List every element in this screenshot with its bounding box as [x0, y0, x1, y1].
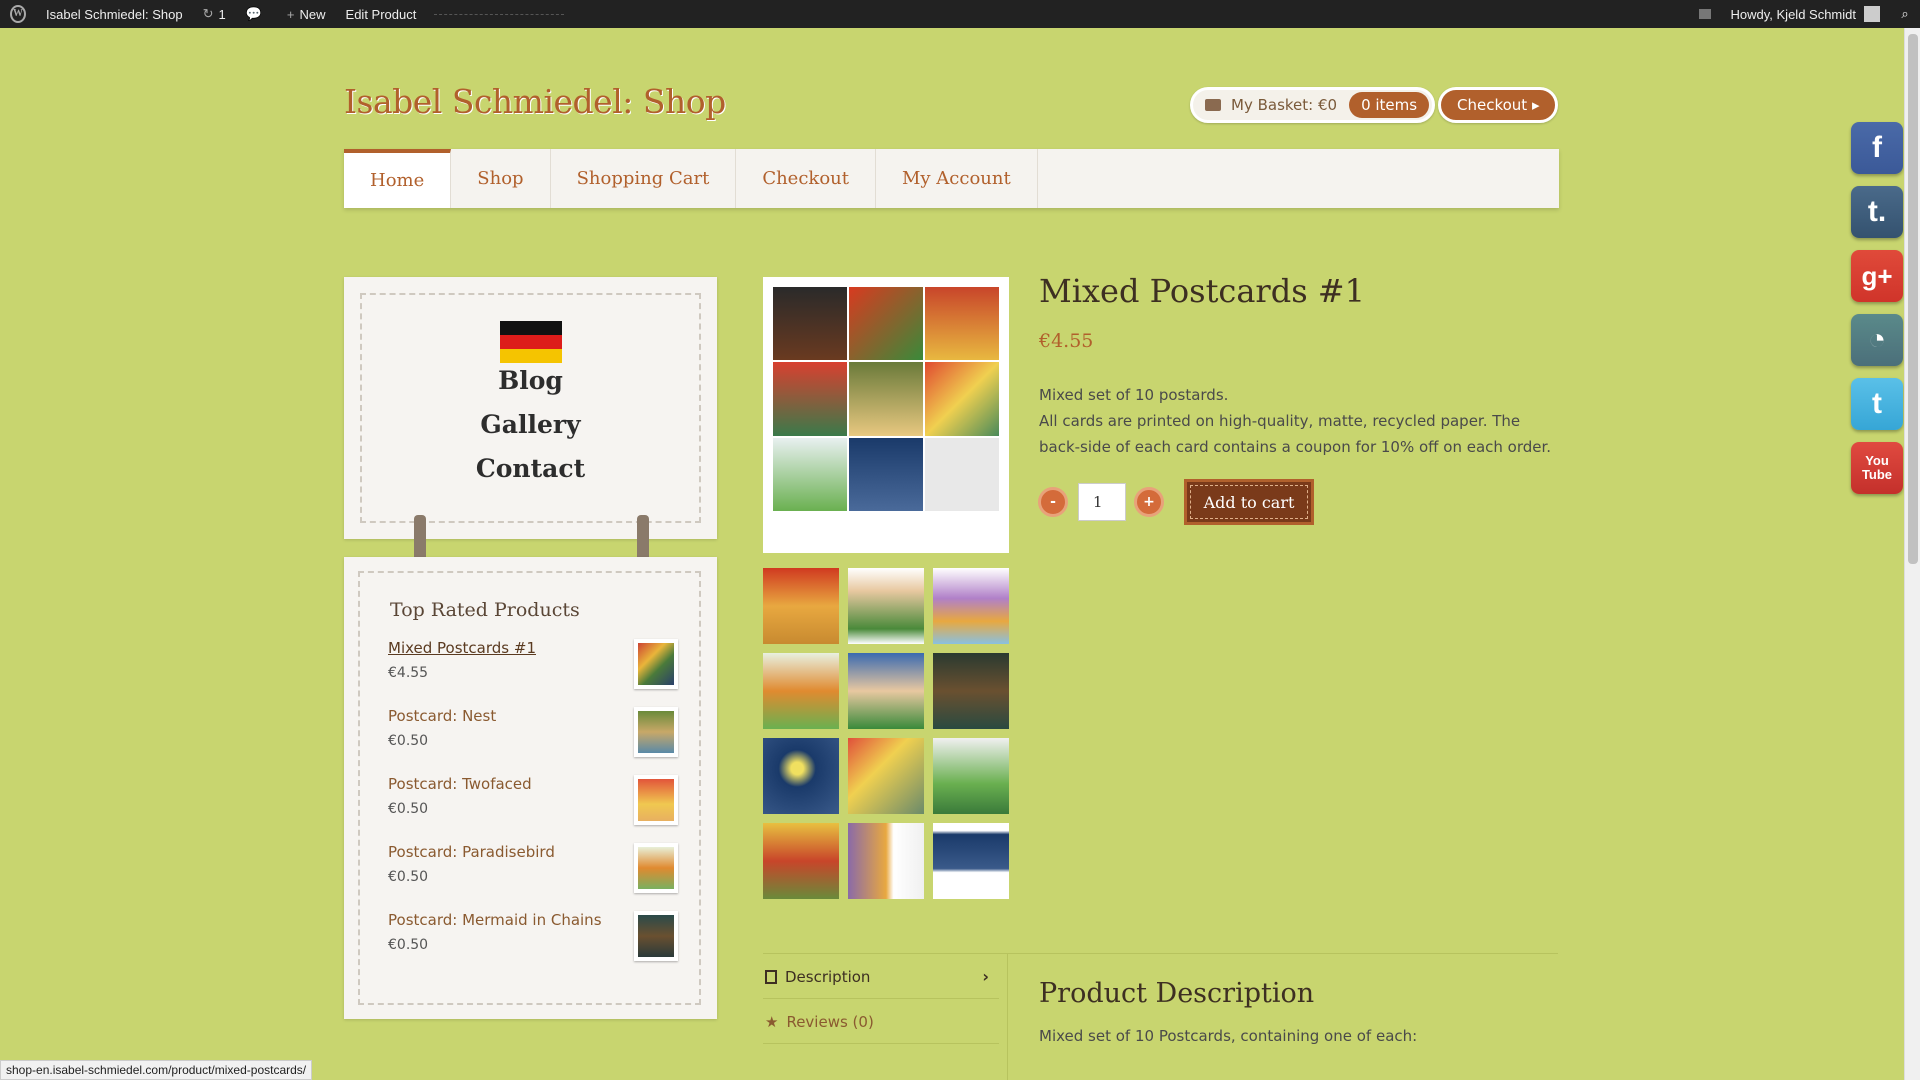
twitter-icon[interactable]: t [1851, 378, 1903, 430]
admin-edit-product[interactable]: Edit Product [336, 0, 427, 28]
star-icon: ★ [765, 1012, 779, 1031]
gallery-thumbnail[interactable] [848, 653, 924, 729]
youtube-icon[interactable]: You Tube [1851, 442, 1903, 494]
page-scrollbar[interactable] [1904, 28, 1920, 1080]
german-flag-icon[interactable] [500, 321, 562, 363]
add-to-cart-button[interactable]: Add to cart [1184, 479, 1314, 525]
site-title[interactable]: Isabel Schmiedel: Shop [344, 82, 726, 121]
tab-reviews[interactable]: ★ Reviews (0) [763, 1000, 999, 1044]
scrollbar-thumb[interactable] [1908, 34, 1918, 564]
my-basket-button[interactable]: My Basket: €0 0 items [1190, 87, 1436, 123]
quantity-input[interactable]: 1 [1078, 483, 1126, 521]
pages-widget: Blog Gallery Contact [344, 277, 717, 539]
list-item[interactable]: Postcard: Paradisebird €0.50 [388, 843, 678, 901]
gallery-thumbnail[interactable] [848, 568, 924, 644]
list-item[interactable]: Postcard: Mermaid in Chains €0.50 [388, 911, 678, 969]
gallery-thumbnail[interactable] [933, 568, 1009, 644]
gallery-thumbnail[interactable] [933, 823, 1009, 899]
howdy-label: Howdy, Kjeld Schmidt [1730, 6, 1856, 22]
admin-account[interactable]: Howdy, Kjeld Schmidt [1721, 0, 1890, 28]
quantity-plus-button[interactable]: + [1134, 487, 1164, 517]
avatar [1864, 6, 1880, 22]
chevron-right-icon: › [982, 967, 989, 986]
admin-search-icon[interactable]: ⌕ [1890, 0, 1920, 28]
basket-icon [1205, 99, 1221, 111]
product-description-title: Product Description [1039, 978, 1315, 1009]
desc-line-1: Mixed set of 10 postards. [1039, 386, 1229, 404]
product-thumbnail[interactable] [634, 639, 678, 689]
plus-icon: + [286, 6, 295, 22]
top-rated-widget: Top Rated Products Mixed Postcards #1 €4… [344, 557, 717, 1019]
nav-shopping-cart[interactable]: Shopping Cart [551, 149, 737, 208]
list-item[interactable]: Postcard: Nest €0.50 [388, 707, 678, 765]
list-item[interactable]: Postcard: Twofaced €0.50 [388, 775, 678, 833]
admin-bar: W Isabel Schmiedel: Shop ↻ 1 💬 + New Edi… [0, 0, 1920, 28]
page-link-blog[interactable]: Blog [344, 359, 717, 403]
quantity-row: - 1 + Add to cart [1038, 479, 1314, 525]
nav-my-account[interactable]: My Account [876, 149, 1038, 208]
google-plus-icon[interactable]: g+ [1851, 250, 1903, 302]
updates-count: 1 [218, 6, 226, 22]
basket-label: My Basket: €0 [1231, 96, 1338, 114]
admin-notification[interactable] [1689, 0, 1721, 28]
status-bar-url: shop-en.isabel-schmiedel.com/product/mix… [0, 1060, 313, 1080]
admin-new-label: New [299, 6, 326, 22]
tab-description[interactable]: Description › [763, 955, 999, 999]
product-thumbnail[interactable] [634, 911, 678, 961]
nav-shop[interactable]: Shop [451, 149, 551, 208]
tumblr-icon[interactable]: t. [1851, 186, 1903, 238]
product-description-text: Mixed set of 10 Postcards, containing on… [1039, 1027, 1418, 1045]
product-main-image[interactable] [763, 277, 1009, 553]
page-link-gallery[interactable]: Gallery [344, 403, 717, 447]
gallery-thumbnail[interactable] [763, 568, 839, 644]
desc-line-2: All cards are printed on high-quality, m… [1039, 412, 1552, 456]
gallery-thumbnail[interactable] [763, 653, 839, 729]
basket-count-badge: 0 items [1349, 92, 1430, 118]
admin-site-name[interactable]: Isabel Schmiedel: Shop [36, 0, 193, 28]
tabs-vertical-divider [1007, 953, 1008, 1080]
nav-home[interactable]: Home [344, 149, 452, 208]
tabs-divider [763, 953, 1558, 954]
product-price: €4.55 [1039, 330, 1094, 352]
delicious-icon[interactable]: ◔ [1851, 314, 1903, 366]
gallery-thumbnail[interactable] [933, 738, 1009, 814]
header-checkout-button[interactable]: Checkout ▸ [1438, 87, 1559, 123]
product-thumbnail[interactable] [634, 707, 678, 757]
gallery-thumbnail[interactable] [848, 823, 924, 899]
product-title: Mixed Postcards #1 [1039, 272, 1365, 310]
comment-icon: 💬 [245, 6, 262, 21]
widget-title: Top Rated Products [390, 599, 580, 621]
product-short-description: Mixed set of 10 postards. All cards are … [1039, 382, 1559, 460]
postcard-mosaic-image [773, 287, 999, 511]
tab-reviews-label: Reviews (0) [786, 1012, 874, 1031]
quantity-minus-button[interactable]: - [1038, 487, 1068, 517]
tab-description-label: Description [785, 967, 871, 986]
admin-divider [434, 13, 565, 15]
gallery-thumbnail[interactable] [933, 653, 1009, 729]
admin-new[interactable]: + New [277, 0, 336, 28]
gallery-thumbnail[interactable] [763, 738, 839, 814]
admin-updates[interactable]: ↻ 1 [193, 0, 236, 28]
notification-icon [1698, 9, 1711, 19]
wordpress-logo-icon[interactable]: W [0, 0, 36, 28]
nav-checkout[interactable]: Checkout [736, 149, 876, 208]
list-item[interactable]: Mixed Postcards #1 €4.55 [388, 639, 678, 697]
page-link-contact[interactable]: Contact [344, 447, 717, 491]
admin-comments[interactable]: 💬 [236, 0, 277, 28]
facebook-icon[interactable]: f [1851, 122, 1903, 174]
document-icon [765, 969, 777, 984]
gallery-thumbnail[interactable] [848, 738, 924, 814]
gallery-thumbnail[interactable] [763, 823, 839, 899]
refresh-icon: ↻ [202, 6, 214, 21]
product-thumbnail[interactable] [634, 775, 678, 825]
main-nav: Home Shop Shopping Cart Checkout My Acco… [344, 149, 1559, 208]
product-thumbnail[interactable] [634, 843, 678, 893]
product-gallery [763, 568, 1009, 899]
